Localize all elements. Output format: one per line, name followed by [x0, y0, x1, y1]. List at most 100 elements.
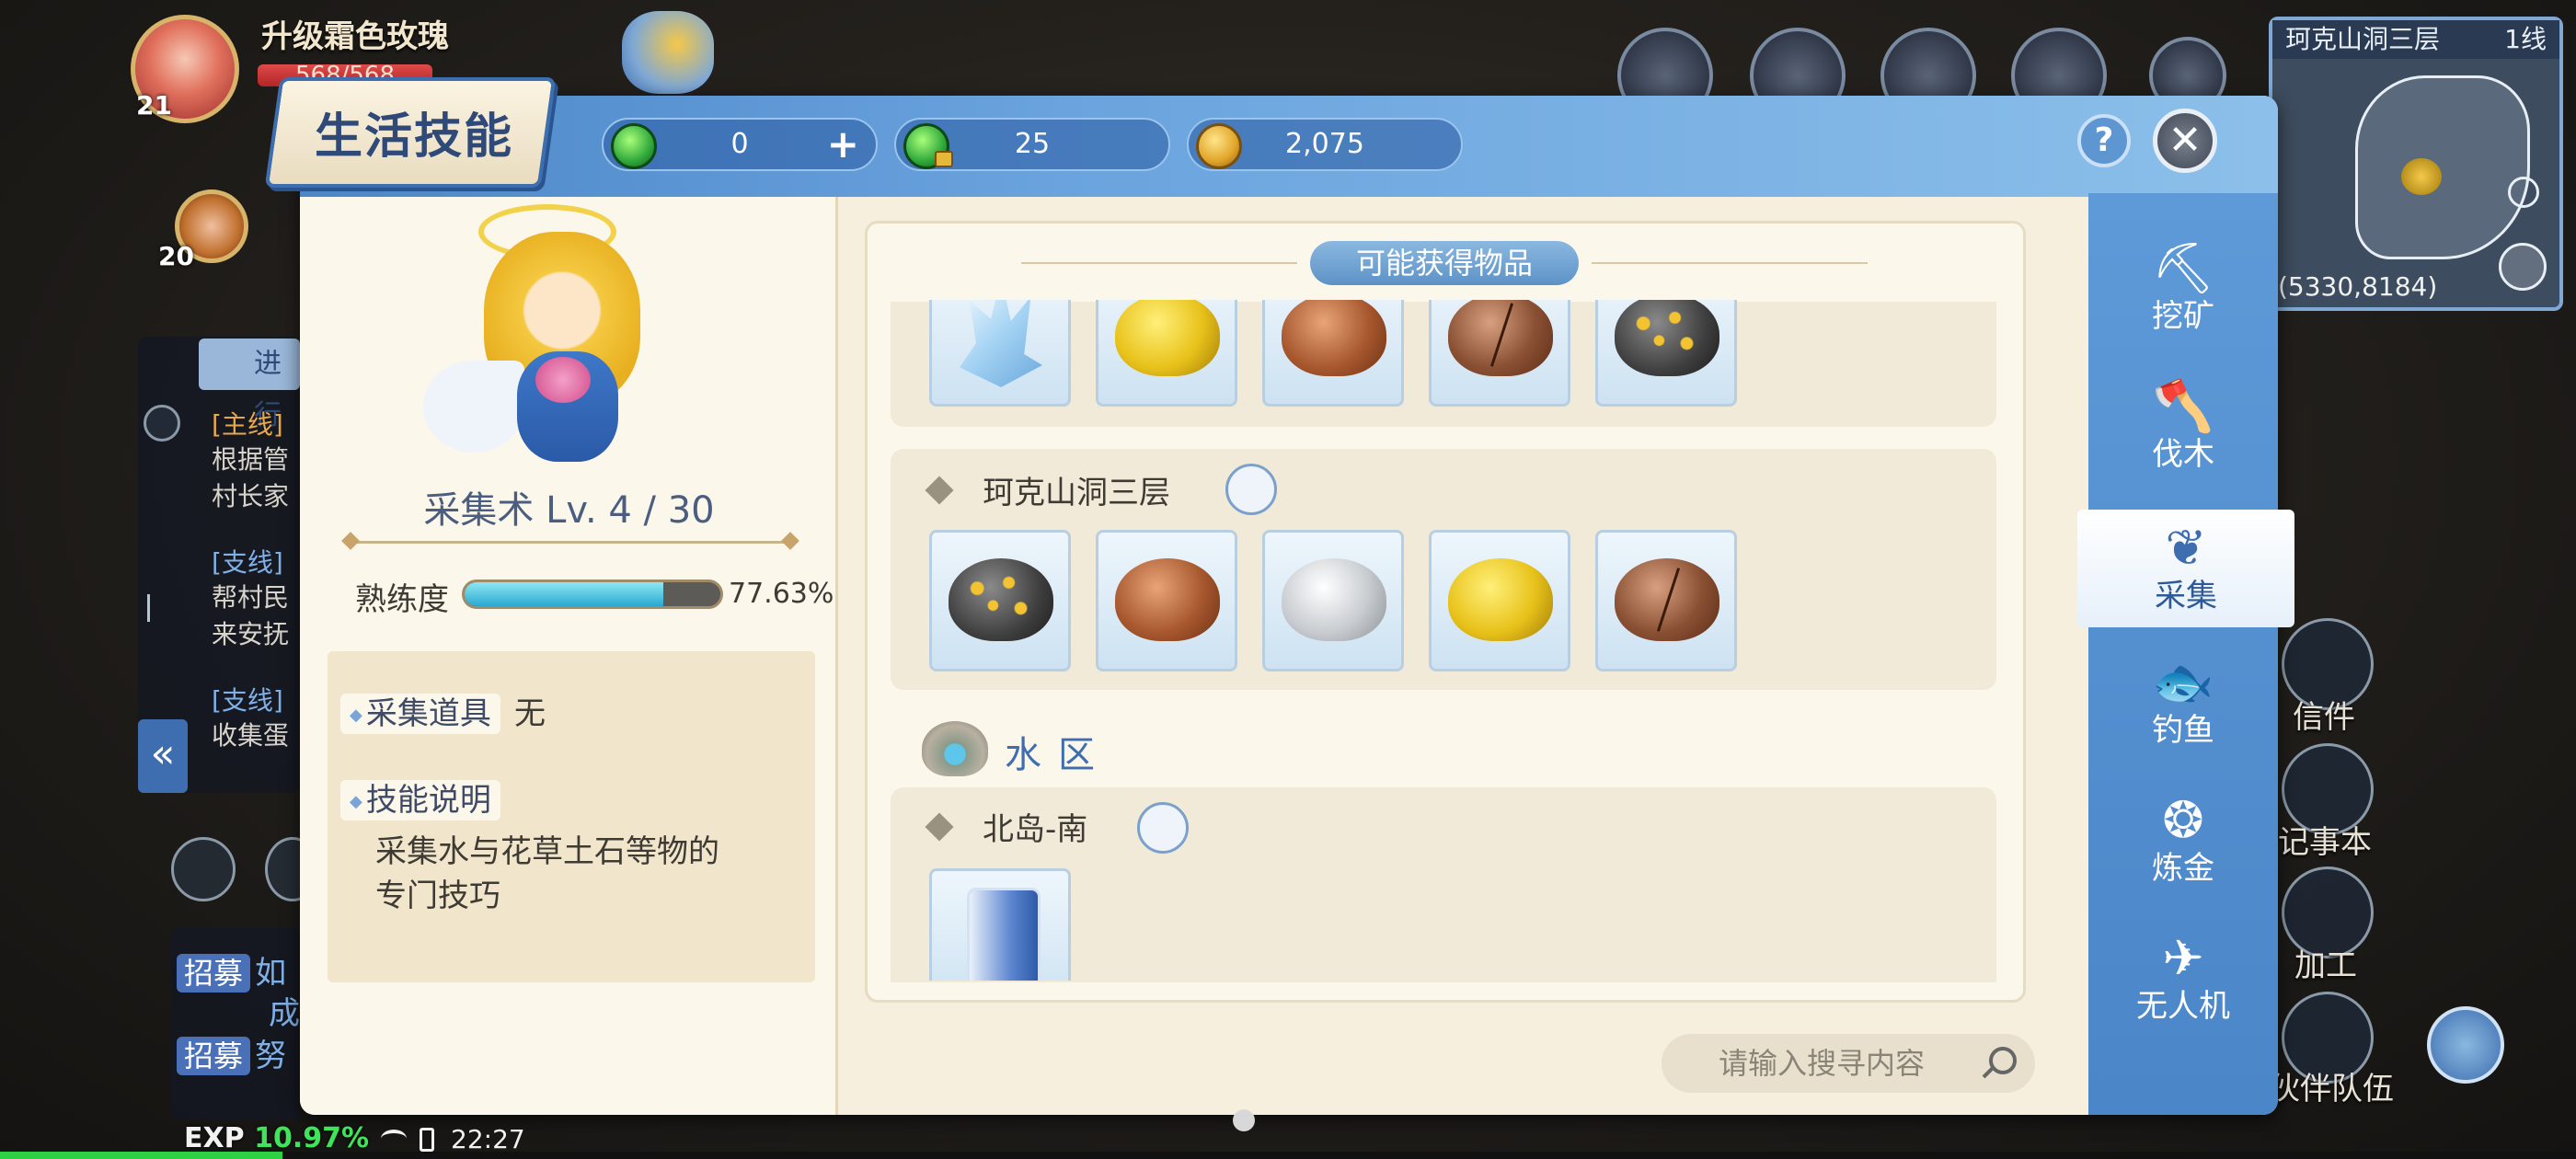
- party-label: 伙伴队伍: [2269, 1071, 2394, 1107]
- recruit-entry[interactable]: 招募 努: [177, 1030, 286, 1075]
- battery-status-icon: [420, 1128, 434, 1152]
- item-slot[interactable]: [1096, 300, 1237, 407]
- rank-badge-icon[interactable]: [2427, 1006, 2504, 1084]
- item-slot[interactable]: [929, 530, 1071, 671]
- tab-label: 钓鱼: [2152, 712, 2214, 749]
- quest-line: 帮村民: [212, 582, 290, 613]
- tab-fishing[interactable]: 🐟 钓鱼: [2094, 644, 2272, 762]
- header-line-left: [1021, 262, 1297, 264]
- tab-label: 采集: [2155, 578, 2217, 614]
- currency-locked-gem[interactable]: 25: [894, 118, 1170, 171]
- tool-value: 无: [513, 695, 546, 732]
- item-slot[interactable]: [1595, 300, 1737, 407]
- tab-label: 炼金: [2152, 850, 2214, 887]
- crystal-icon: [960, 300, 1042, 387]
- collapse-panel-button[interactable]: «: [138, 719, 188, 793]
- tab-mining[interactable]: ⛏ 挖矿: [2094, 230, 2272, 348]
- close-button[interactable]: ✕: [2153, 109, 2217, 173]
- copper-ore-icon: [1115, 558, 1220, 641]
- minimap-terrain: [2355, 75, 2530, 259]
- item-slot[interactable]: [1096, 530, 1237, 671]
- minimap-coord: (5330,8184): [2278, 271, 2438, 302]
- tab-gathering[interactable]: ❦ 采集: [2077, 510, 2294, 627]
- desc-label: 技能说明: [340, 780, 500, 820]
- currency-gem[interactable]: 0 +: [602, 118, 878, 171]
- proficiency-value: 77.63%: [729, 578, 834, 610]
- tab-label: 挖矿: [2152, 298, 2214, 335]
- proficiency-fill: [465, 582, 663, 606]
- proficiency-bar: [462, 580, 723, 609]
- exp-label: EXP: [184, 1122, 245, 1154]
- item-slot[interactable]: [1595, 530, 1737, 671]
- zone-name: 珂克山洞三层: [983, 475, 1170, 511]
- copper-ore-icon: [1282, 300, 1386, 376]
- item-slot[interactable]: [1262, 300, 1404, 407]
- recruit-extra: 成: [269, 995, 300, 1032]
- tab-drone[interactable]: ✈ 无人机: [2094, 920, 2272, 1038]
- tab-label: 伐木: [2152, 436, 2214, 473]
- help-button[interactable]: ?: [2077, 114, 2131, 167]
- item-slot[interactable]: [929, 300, 1071, 407]
- recruit-tag: 招募: [177, 1037, 251, 1075]
- currency-value: 2,075: [1285, 128, 1364, 160]
- currency-gold[interactable]: 2,075: [1187, 118, 1463, 171]
- search-placeholder: 请输入搜寻内容: [1719, 1046, 1926, 1081]
- exp-display: EXP 10.97%: [184, 1122, 369, 1154]
- water-spring-icon: [922, 721, 988, 776]
- tab-alchemy[interactable]: ❂ 炼金: [2094, 782, 2272, 900]
- item-slot[interactable]: [1262, 530, 1404, 671]
- gold-ore-icon: [1448, 558, 1553, 641]
- minimap-line: 1线: [2504, 24, 2547, 54]
- tab-logging[interactable]: 🪓 伐木: [2094, 368, 2272, 486]
- axe-icon: 🪓: [2152, 377, 2214, 435]
- herb-icon: ❦: [2165, 519, 2207, 577]
- item-slot[interactable]: [929, 868, 1071, 981]
- gather-location-icon[interactable]: [1225, 464, 1277, 515]
- item-grid: [929, 868, 1113, 981]
- notebook-label: 记事本: [2278, 824, 2372, 861]
- quest-tag: [主线]: [212, 409, 283, 440]
- flower-icon: [535, 357, 591, 403]
- header-line-right: [1592, 262, 1868, 264]
- item-slot[interactable]: [1429, 300, 1570, 407]
- battery-icon[interactable]: [171, 837, 236, 901]
- page-indicator: [1233, 1109, 1255, 1131]
- skill-title: 采集术 Lv. 4 / 30: [423, 489, 715, 532]
- quest-list: [主线] 根据管 村长家 [支线] 帮村民 来安抚 [支线] 收集蛋: [212, 405, 304, 754]
- recruit-text: 如: [255, 955, 287, 992]
- quest-tab[interactable]: 进行: [199, 339, 300, 431]
- recruit-text: 努: [255, 1038, 287, 1074]
- broken-rock-icon: [1448, 300, 1553, 376]
- item-slot[interactable]: [1429, 530, 1570, 671]
- tool-label: 采集道具: [340, 694, 500, 734]
- search-input[interactable]: 请输入搜寻内容: [1662, 1034, 2035, 1093]
- quest-item[interactable]: [支线] 收集蛋: [212, 681, 304, 754]
- proficiency-label: 熟练度: [355, 581, 449, 618]
- gold-vein-ore-icon: [949, 558, 1053, 641]
- exp-bar-fill: [0, 1152, 283, 1159]
- minimap-pin-icon[interactable]: [2508, 177, 2539, 208]
- minimap-globe-icon[interactable]: [2499, 243, 2547, 291]
- pickaxe-icon: ⛏: [2151, 239, 2215, 297]
- quest-flag-icon[interactable]: [147, 594, 175, 622]
- drone-icon: ✈: [2162, 929, 2204, 987]
- quest-line: 村长家: [212, 481, 290, 511]
- dialog-title: 生活技能: [314, 109, 513, 165]
- silver-ore-icon: [1282, 558, 1386, 641]
- recruit-entry[interactable]: 招募 如: [177, 947, 286, 993]
- quest-refresh-icon[interactable]: [144, 405, 180, 442]
- game-screen: 21 升级霜色玫瑰 568/568 20 进行 « [主线] 根据管 村长家 […: [0, 0, 2576, 1159]
- minimap[interactable]: 珂克山洞三层 1线 (5330,8184): [2269, 17, 2563, 311]
- balloons-event-icon[interactable]: [622, 11, 714, 94]
- quest-item[interactable]: [支线] 帮村民 来安抚: [212, 543, 304, 653]
- minimap-title-bar: 珂克山洞三层 1线: [2272, 20, 2559, 59]
- anvil-label: 加工: [2294, 947, 2357, 984]
- gather-location-icon[interactable]: [1137, 802, 1189, 854]
- search-icon[interactable]: [1989, 1047, 2017, 1074]
- obtainable-header: 可能获得物品: [1310, 241, 1579, 285]
- tool-row: 采集道具 无: [340, 688, 546, 736]
- minimap-player-marker: [2401, 158, 2442, 195]
- quest-item[interactable]: [主线] 根据管 村长家: [212, 405, 304, 515]
- player-name: 升级霜色玫瑰: [261, 18, 449, 55]
- add-currency-button[interactable]: +: [827, 120, 859, 169]
